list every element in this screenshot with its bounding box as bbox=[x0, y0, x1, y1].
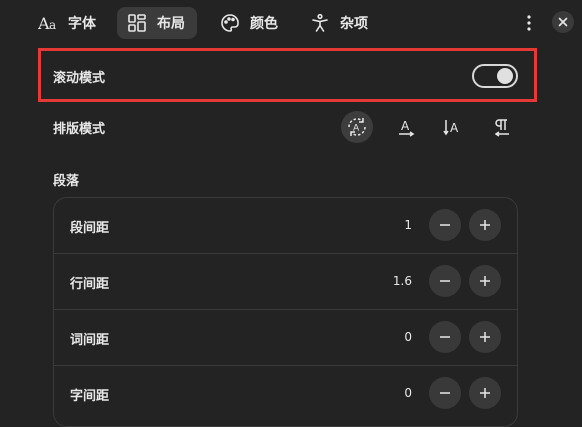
line-spacing-increase-button[interactable] bbox=[469, 265, 501, 297]
word-spacing-value: 0 bbox=[404, 330, 412, 344]
tab-color[interactable]: 颜色 bbox=[210, 7, 288, 39]
tab-font-label: 字体 bbox=[68, 16, 96, 32]
tab-misc-label: 杂项 bbox=[340, 16, 368, 32]
typeset-horizontal-button[interactable]: A bbox=[390, 111, 422, 143]
letter-spacing-increase-button[interactable] bbox=[469, 377, 501, 409]
paragraph-spacing-decrease-button[interactable] bbox=[429, 209, 461, 241]
letter-spacing-row: 字间距 0 bbox=[54, 366, 517, 422]
line-spacing-label: 行间距 bbox=[70, 277, 110, 292]
auto-direction-icon: A bbox=[345, 115, 369, 139]
palette-icon bbox=[220, 13, 242, 33]
rtl-text-icon bbox=[490, 115, 514, 139]
svg-text:A: A bbox=[401, 119, 410, 133]
layout-grid-icon bbox=[127, 13, 149, 33]
minus-icon bbox=[438, 218, 452, 232]
line-spacing-decrease-button[interactable] bbox=[429, 265, 461, 297]
vertical-text-icon: A bbox=[441, 115, 465, 139]
typesetting-mode-label: 排版模式 bbox=[53, 122, 106, 137]
horizontal-text-icon: A bbox=[394, 115, 418, 139]
plus-icon bbox=[478, 386, 492, 400]
close-button[interactable] bbox=[552, 11, 574, 33]
tab-color-label: 颜色 bbox=[250, 16, 278, 32]
word-spacing-label: 词间距 bbox=[70, 333, 110, 348]
settings-tab-bar: Aa 字体 布局 颜色 杂项 bbox=[0, 0, 582, 44]
word-spacing-decrease-button[interactable] bbox=[429, 321, 461, 353]
svg-text:a: a bbox=[49, 18, 56, 32]
svg-text:A: A bbox=[353, 124, 360, 134]
plus-icon bbox=[478, 274, 492, 288]
tab-layout-label: 布局 bbox=[157, 16, 185, 32]
tab-font[interactable]: Aa 字体 bbox=[28, 7, 106, 39]
word-spacing-row: 词间距 0 bbox=[54, 310, 517, 366]
accessibility-icon bbox=[310, 13, 332, 33]
line-spacing-row: 行间距 1.6 bbox=[54, 254, 517, 310]
tab-misc[interactable]: 杂项 bbox=[300, 7, 378, 39]
paragraph-section-title: 段落 bbox=[53, 174, 80, 189]
paragraph-spacing-value: 1 bbox=[404, 218, 412, 232]
letter-spacing-value: 0 bbox=[404, 386, 412, 400]
letter-spacing-label: 字间距 bbox=[70, 389, 110, 404]
close-icon bbox=[552, 11, 574, 33]
plus-icon bbox=[478, 218, 492, 232]
paragraph-settings-card: 段间距 1 行间距 1.6 词间距 0 字间距 0 bbox=[53, 197, 518, 427]
paragraph-spacing-increase-button[interactable] bbox=[469, 209, 501, 241]
scroll-mode-toggle[interactable] bbox=[472, 64, 518, 88]
typeset-auto-button[interactable]: A bbox=[341, 111, 373, 143]
word-spacing-increase-button[interactable] bbox=[469, 321, 501, 353]
plus-icon bbox=[478, 330, 492, 344]
minus-icon bbox=[438, 386, 452, 400]
scroll-mode-label: 滚动模式 bbox=[53, 71, 106, 86]
letter-spacing-decrease-button[interactable] bbox=[429, 377, 461, 409]
more-options-button[interactable] bbox=[517, 12, 541, 34]
paragraph-spacing-label: 段间距 bbox=[70, 221, 110, 236]
toggle-knob bbox=[497, 68, 513, 84]
paragraph-spacing-row: 段间距 1 bbox=[54, 198, 517, 254]
svg-text:A: A bbox=[450, 121, 459, 135]
line-spacing-value: 1.6 bbox=[392, 274, 412, 288]
more-vertical-icon bbox=[517, 12, 541, 34]
font-icon: Aa bbox=[38, 13, 60, 33]
scroll-mode-row: 滚动模式 bbox=[38, 48, 537, 102]
minus-icon bbox=[438, 274, 452, 288]
minus-icon bbox=[438, 330, 452, 344]
typeset-vertical-button[interactable]: A bbox=[437, 111, 469, 143]
typeset-rtl-button[interactable] bbox=[486, 111, 518, 143]
tab-layout[interactable]: 布局 bbox=[117, 7, 197, 39]
